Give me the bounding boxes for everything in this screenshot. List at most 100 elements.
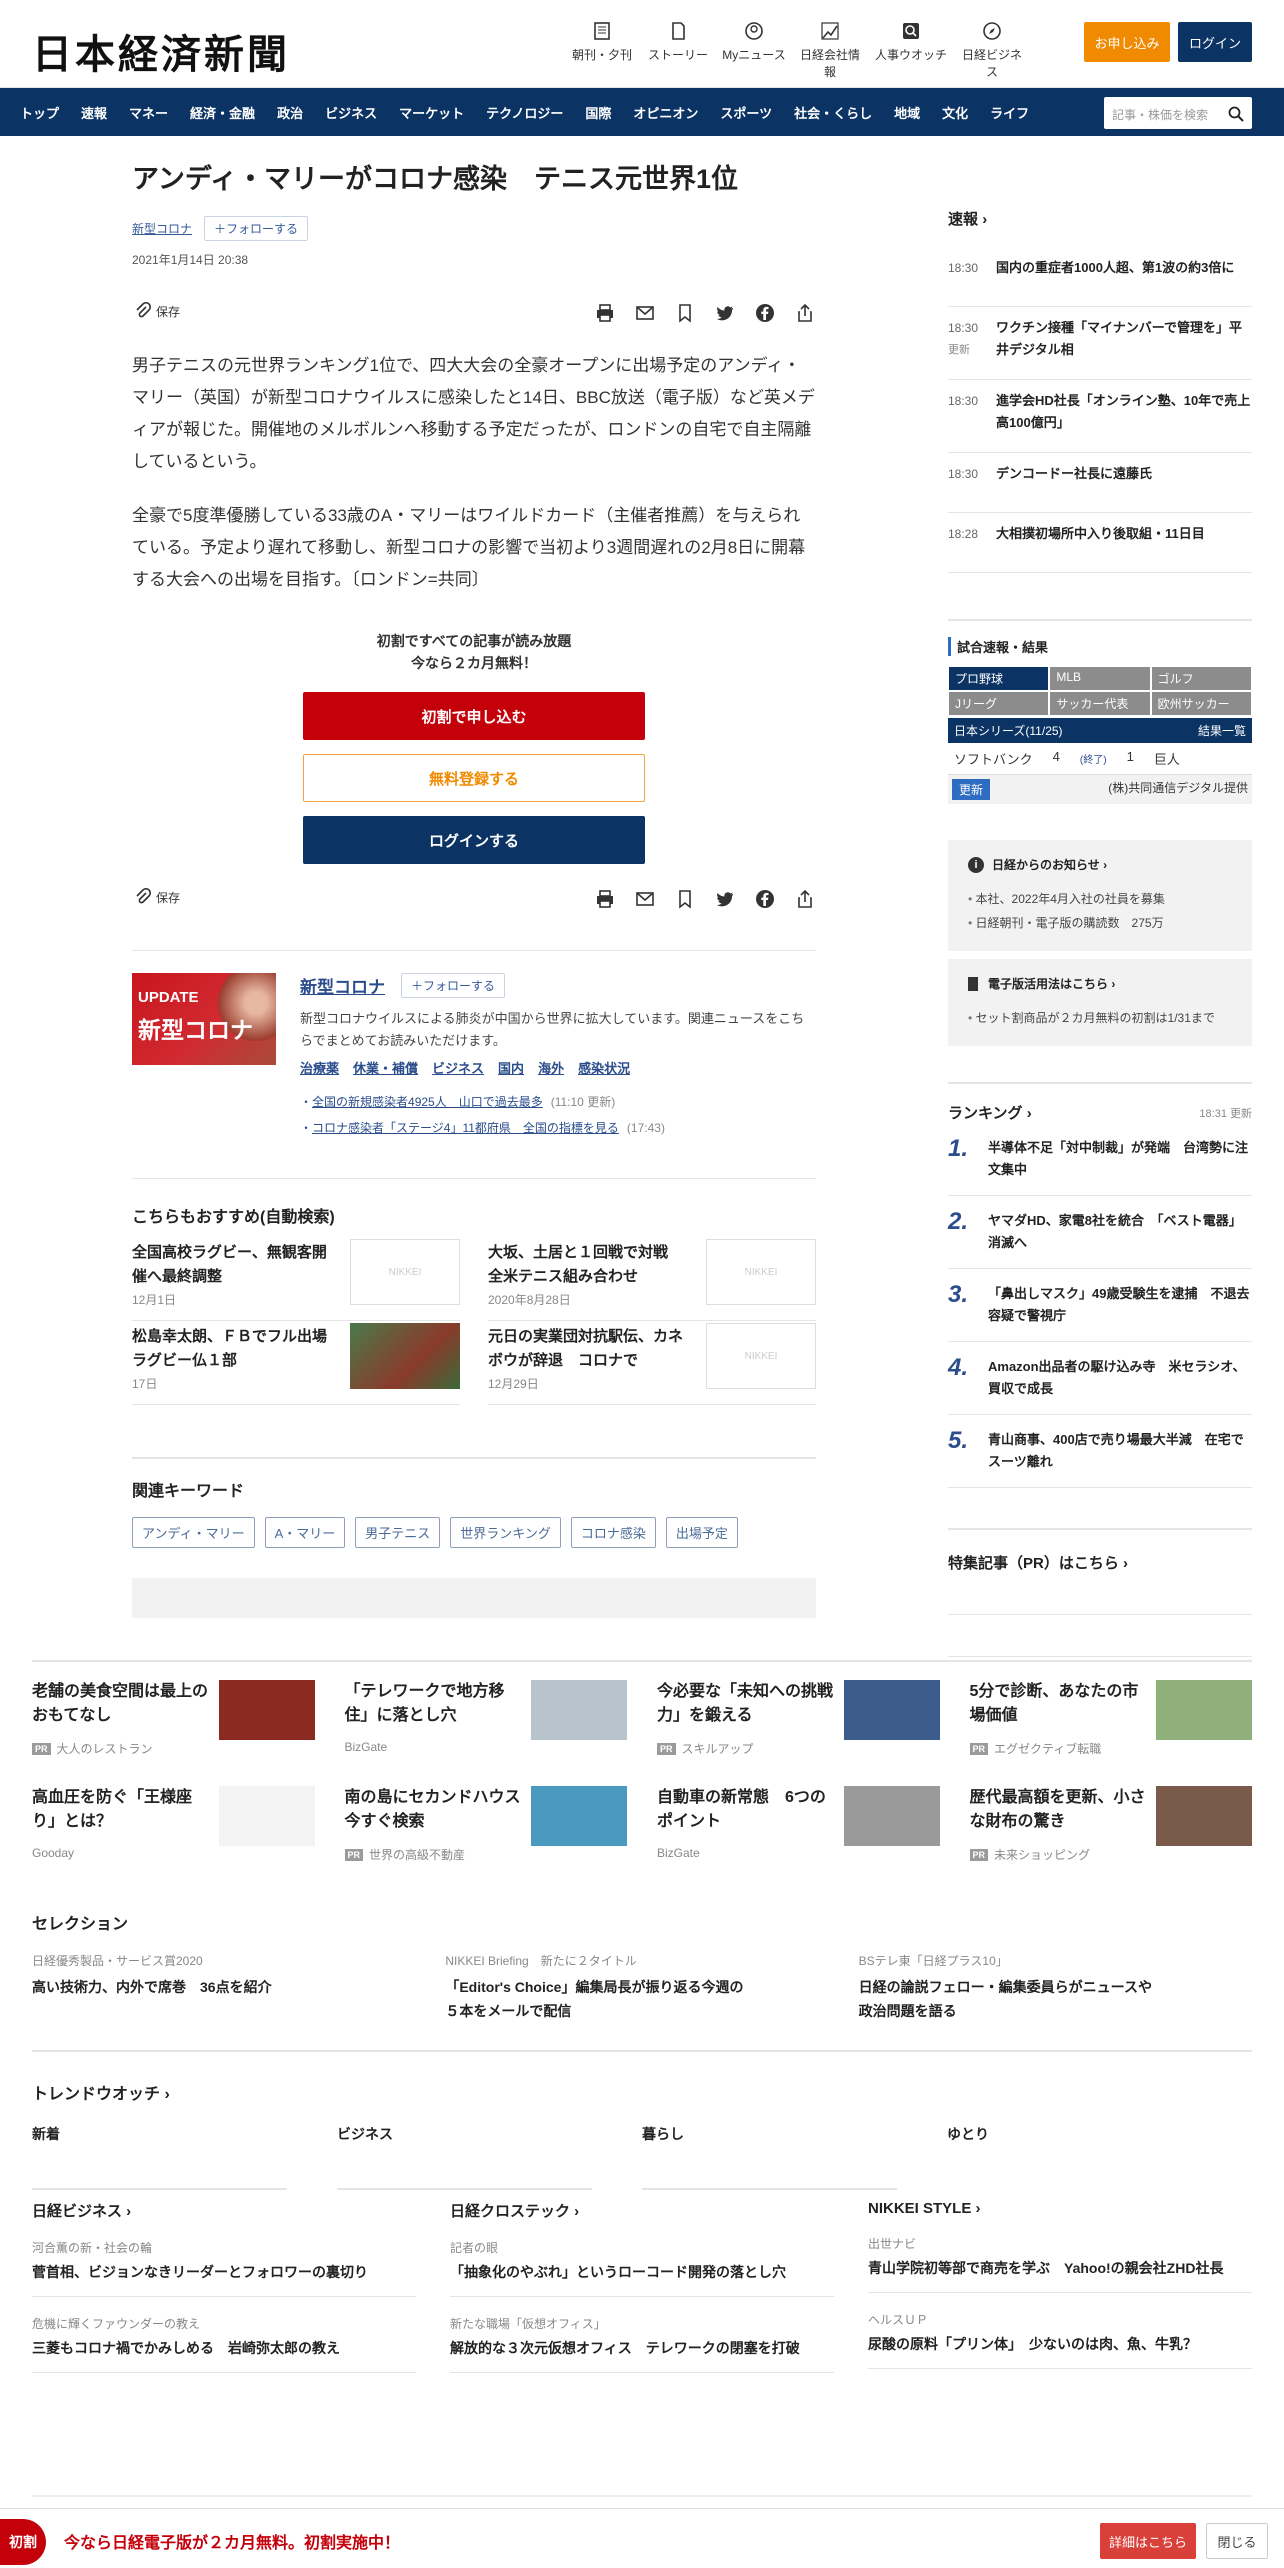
- selection-item[interactable]: BSテレ東「日経プラス10」 日経の論説フェロー・編集委員らがニュースや政治問題を…: [859, 1952, 1252, 2023]
- score-all-results[interactable]: 結果一覧: [1198, 722, 1246, 739]
- sokuho-item[interactable]: 18:30 国内の重症者1000人超、第1波の約3倍に: [948, 247, 1252, 307]
- keyword-chip[interactable]: アンディ・マリー: [132, 1517, 255, 1548]
- media-item[interactable]: 河合薫の新・社会の輪 菅首相、ビジョンなきリーダーとフォロワーの裏切り: [32, 2239, 416, 2297]
- search-icon[interactable]: [1228, 106, 1244, 122]
- ad-item[interactable]: 老舗の美食空間は最上のおもてなし PR 大人のレストラン: [32, 1680, 315, 1786]
- free-register-button[interactable]: 無料登録する: [303, 754, 645, 802]
- trend-tab[interactable]: ビジネス: [337, 2124, 592, 2190]
- promo-close-button[interactable]: 閉じる: [1206, 2523, 1268, 2559]
- notice-item[interactable]: 本社、2022年4月入社の社員を募集: [968, 887, 1232, 911]
- promo-detail-button[interactable]: 詳細はこちら: [1100, 2523, 1196, 2559]
- ad-item[interactable]: 南の島にセカンドハウス 今すぐ検索 PR 世界の高級不動産: [344, 1786, 627, 1892]
- global-nav-item[interactable]: 地域: [894, 103, 920, 122]
- notice-heading[interactable]: i 日経からのお知らせ ›: [968, 856, 1232, 873]
- topic-tag[interactable]: 休業・補償: [353, 1061, 418, 1076]
- score-tab[interactable]: ゴルフ: [1150, 666, 1252, 691]
- site-logo[interactable]: 日本経済新聞: [32, 22, 290, 80]
- score-tab[interactable]: Jリーグ: [948, 691, 1050, 716]
- recommend-item[interactable]: 松島幸太朗、ＦＢでフル出場 ラグビー仏１部 17日: [132, 1321, 460, 1405]
- header-nav-mynews[interactable]: Myニュース: [722, 20, 786, 80]
- media-heading[interactable]: NIKKEI STYLE ›: [868, 2200, 1252, 2217]
- topic-link-text[interactable]: 全国の新規感染者4925人 山口で過去最多: [312, 1089, 543, 1115]
- facebook-icon[interactable]: [754, 302, 776, 324]
- paywall-login-button[interactable]: ログインする: [303, 816, 645, 864]
- topic-tag[interactable]: 海外: [538, 1061, 564, 1076]
- keyword-chip[interactable]: 男子テニス: [355, 1517, 441, 1548]
- global-nav-item[interactable]: 経済・金融: [190, 103, 255, 122]
- header-nav-business[interactable]: 日経ビジネス: [960, 20, 1024, 80]
- global-nav-item[interactable]: テクノロジー: [486, 103, 563, 122]
- header-nav-jinji[interactable]: 人事ウオッチ: [874, 20, 948, 80]
- score-tab[interactable]: MLB: [1049, 666, 1151, 691]
- keyword-chip[interactable]: 世界ランキング: [450, 1517, 561, 1548]
- global-nav-item[interactable]: 文化: [942, 103, 968, 122]
- global-nav-item[interactable]: 国際: [585, 103, 611, 122]
- mail-icon[interactable]: [634, 302, 656, 324]
- media-item[interactable]: 新たな職場「仮想オフィス」 解放的な３次元仮想オフィス テレワークの閉塞を打破: [450, 2315, 834, 2373]
- sokuho-item[interactable]: 18:28 大相撲初場所中入り後取組・11日目: [948, 513, 1252, 573]
- recommend-item[interactable]: 全国高校ラグビー、無観客開催へ最終調整 12月1日 NIKKEI: [132, 1237, 460, 1321]
- keyword-chip[interactable]: コロナ感染: [570, 1517, 656, 1548]
- trend-heading[interactable]: トレンドウオッチ ›: [32, 2080, 1252, 2104]
- media-item[interactable]: 記者の眼 「抽象化のやぶれ」というローコード開発の落とし穴: [450, 2239, 834, 2297]
- topic-image[interactable]: UPDATE 新型コロナ: [132, 973, 276, 1065]
- share-icon[interactable]: [794, 888, 816, 910]
- global-nav-item[interactable]: マーケット: [399, 103, 464, 122]
- apply-button[interactable]: お申し込み: [1084, 22, 1170, 62]
- print-icon[interactable]: [594, 302, 616, 324]
- selection-item[interactable]: 日経優秀製品・サービス賞2020 高い技術力、内外で席巻 36点を紹介: [32, 1952, 425, 2023]
- twitter-icon[interactable]: [714, 888, 736, 910]
- sokuho-item[interactable]: 18:30 進学会HD社長「オンライン塾、10年で売上高100億円」: [948, 380, 1252, 453]
- ad-item[interactable]: 自動車の新常態 6つのポイント BizGate: [657, 1786, 940, 1892]
- clip-icon[interactable]: [674, 302, 696, 324]
- global-nav-item[interactable]: 政治: [277, 103, 303, 122]
- score-tab[interactable]: 欧州サッカー: [1150, 691, 1252, 716]
- ad-item[interactable]: 「テレワークで地方移住」に落とし穴 BizGate: [345, 1680, 627, 1786]
- ad-item[interactable]: 今必要な「未知への挑戦力」を鍛える PR スキルアップ: [657, 1680, 940, 1786]
- recommend-item[interactable]: 元日の実業団対抗駅伝、カネボウが辞退 コロナで 12月29日 NIKKEI: [488, 1321, 816, 1405]
- ad-item[interactable]: 高血圧を防ぐ「王様座り」とは？ Gooday: [32, 1786, 315, 1892]
- notice2-item[interactable]: セット割商品が２カ月無料の初割は1/31まで: [968, 1006, 1232, 1030]
- media-heading[interactable]: 日経クロステック ›: [450, 2200, 834, 2221]
- pr-heading[interactable]: 特集記事（PR）はこちら ›: [948, 1552, 1252, 1573]
- global-nav-item[interactable]: 速報: [81, 103, 107, 122]
- topic-tag[interactable]: 国内: [498, 1061, 524, 1076]
- score-update-button[interactable]: 更新: [952, 779, 991, 800]
- topic-link[interactable]: 新型コロナ: [132, 220, 192, 237]
- media-item[interactable]: ヘルスＵＰ 尿酸の原料「プリン体」 少ないのは肉、魚、牛乳？: [868, 2311, 1252, 2369]
- ad-item[interactable]: 5分で診断、あなたの市場価値 PR エグゼクティブ転職: [969, 1680, 1252, 1786]
- search-input[interactable]: 記事・株価を検索: [1104, 97, 1252, 129]
- share-icon[interactable]: [794, 302, 816, 324]
- sokuho-item[interactable]: 18:30 更新 ワクチン接種「マイナンバーで管理を」平井デジタル相: [948, 307, 1252, 380]
- follow-button[interactable]: ＋フォローする: [401, 973, 506, 998]
- media-item[interactable]: 出世ナビ 青山学院初等部で商売を学ぶ Yahoo!の親会社ZHD社長: [868, 2235, 1252, 2293]
- score-tab[interactable]: サッカー代表: [1049, 691, 1151, 716]
- score-row[interactable]: ソフトバンク 4 (終了) 1 巨人: [948, 743, 1252, 775]
- ranking-item[interactable]: 5. 青山商事、400店で売り場最大半減 在宅でスーツ離れ: [948, 1415, 1252, 1488]
- ranking-item[interactable]: 3. 「鼻出しマスク」49歳受験生を逮捕 不退去容疑で警視庁: [948, 1269, 1252, 1342]
- trend-tab[interactable]: ゆとり: [947, 2124, 1202, 2190]
- recommend-item[interactable]: 大坂、土居と１回戦で対戦 全米テニス組み合わせ 2020年8月28日 NIKKEI: [488, 1237, 816, 1321]
- sokuho-heading[interactable]: 速報 ›: [948, 208, 1252, 229]
- score-tab[interactable]: プロ野球: [948, 666, 1050, 691]
- notice2-heading[interactable]: 電子版活用法はこちら ›: [968, 975, 1232, 992]
- global-nav-item[interactable]: オピニオン: [633, 103, 698, 122]
- selection-item[interactable]: NIKKEI Briefing 新たに２タイトル 「Editor's Choice…: [445, 1952, 838, 2023]
- global-nav-item[interactable]: 社会・くらし: [794, 103, 872, 122]
- notice-item[interactable]: 日経朝刊・電子版の購読数 275万: [968, 911, 1232, 935]
- media-item[interactable]: 危機に輝くファウンダーの教え 三菱もコロナ禍でかみしめる 岩崎弥太郎の教え: [32, 2315, 416, 2373]
- header-nav-company[interactable]: 日経会社情報: [798, 20, 862, 80]
- topic-tag[interactable]: ビジネス: [432, 1061, 484, 1076]
- global-nav-item[interactable]: スポーツ: [720, 103, 772, 122]
- facebook-icon[interactable]: [754, 888, 776, 910]
- promo-message[interactable]: 今なら日経電子版が２カ月無料。初割実施中！: [64, 2529, 400, 2553]
- global-nav-item[interactable]: ライフ: [990, 103, 1029, 122]
- follow-button[interactable]: ＋フォローする: [204, 216, 309, 241]
- topic-title[interactable]: 新型コロナ: [300, 973, 385, 998]
- header-nav-story[interactable]: ストーリー: [646, 20, 710, 80]
- ad-item[interactable]: 歴代最高額を更新、小さな財布の驚き PR 未来ショッピング: [969, 1786, 1252, 1892]
- keyword-chip[interactable]: A・マリー: [264, 1517, 346, 1548]
- topic-link-text[interactable]: コロナ感染者「ステージ4」11都府県 全国の指標を見る: [312, 1115, 619, 1141]
- clip-icon[interactable]: [674, 888, 696, 910]
- subscribe-button[interactable]: 初割で申し込む: [303, 692, 645, 740]
